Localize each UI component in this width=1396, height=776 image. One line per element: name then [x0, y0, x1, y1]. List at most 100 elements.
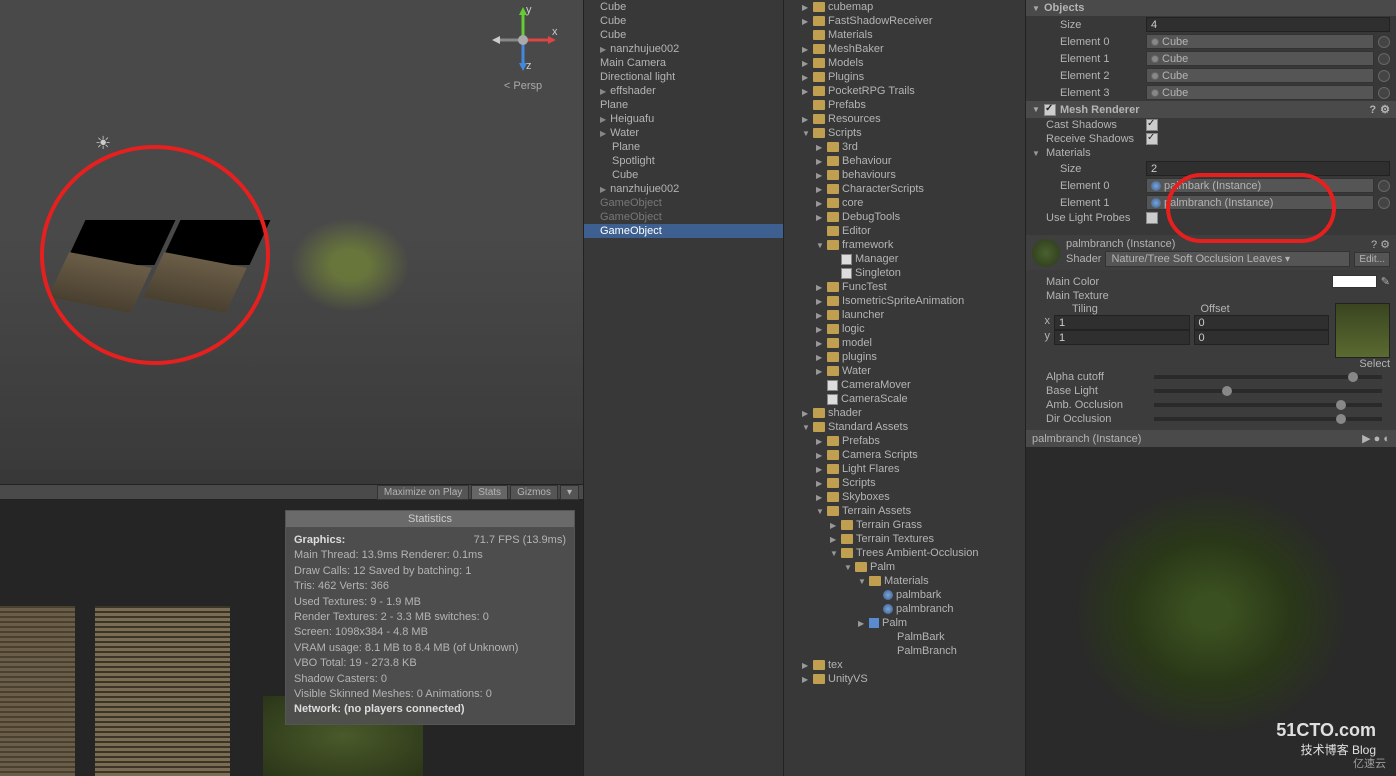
- edit-button[interactable]: Edit...: [1354, 252, 1390, 267]
- project-item[interactable]: CameraMover: [784, 378, 1025, 392]
- cube-object[interactable]: [170, 220, 260, 310]
- hierarchy-item[interactable]: Water: [584, 126, 783, 140]
- project-item[interactable]: ▶model: [784, 336, 1025, 350]
- receive-shadows-checkbox[interactable]: [1146, 133, 1158, 145]
- element1-field[interactable]: palmbranch (Instance): [1146, 195, 1374, 210]
- project-item[interactable]: ▶Terrain Grass: [784, 518, 1025, 532]
- offset-y-field[interactable]: 0: [1194, 330, 1330, 345]
- hierarchy-item[interactable]: GameObject: [584, 210, 783, 224]
- hierarchy-item[interactable]: Directional light: [584, 70, 783, 84]
- hierarchy-item[interactable]: nanzhujue002: [584, 42, 783, 56]
- objects-header[interactable]: ▼Objects: [1026, 0, 1396, 16]
- gizmos-button[interactable]: Gizmos: [510, 485, 558, 500]
- light-probes-checkbox[interactable]: [1146, 212, 1158, 224]
- project-item[interactable]: ▶Camera Scripts: [784, 448, 1025, 462]
- maximize-on-play-button[interactable]: Maximize on Play: [377, 485, 469, 500]
- tiling-x-field[interactable]: 1: [1054, 315, 1190, 330]
- help-icon[interactable]: ?: [1369, 104, 1376, 116]
- help-icon[interactable]: ?: [1371, 239, 1377, 251]
- gizmos-dropdown[interactable]: ▾: [560, 485, 579, 500]
- project-item[interactable]: ▶Terrain Textures: [784, 532, 1025, 546]
- gear-icon[interactable]: ⚙: [1380, 239, 1390, 251]
- element0-field[interactable]: palmbark (Instance): [1146, 178, 1374, 193]
- alpha-cutoff-slider[interactable]: [1154, 375, 1382, 379]
- material-preview[interactable]: 51CTO.com 技术博客 Blog 亿速云: [1026, 447, 1396, 776]
- mesh-renderer-header[interactable]: ▼Mesh Renderer?⚙: [1026, 101, 1396, 118]
- object-picker-icon[interactable]: [1378, 70, 1390, 82]
- project-item[interactable]: ▼Scripts: [784, 126, 1025, 140]
- play-icon[interactable]: ▶: [1362, 433, 1370, 445]
- project-item[interactable]: ▶plugins: [784, 350, 1025, 364]
- gear-icon[interactable]: ⚙: [1380, 103, 1390, 116]
- object-picker-icon[interactable]: [1378, 87, 1390, 99]
- project-item[interactable]: ▶Plugins: [784, 70, 1025, 84]
- hierarchy-item[interactable]: GameObject: [584, 196, 783, 210]
- scene-view[interactable]: x y z < Persp ☀: [0, 0, 583, 470]
- project-item[interactable]: ▶Models: [784, 56, 1025, 70]
- project-item[interactable]: ▼Palm: [784, 560, 1025, 574]
- persp-label[interactable]: < Persp: [488, 80, 558, 92]
- project-item[interactable]: ▼Trees Ambient-Occlusion: [784, 546, 1025, 560]
- project-item[interactable]: ▶Palm: [784, 616, 1025, 630]
- shader-dropdown[interactable]: Nature/Tree Soft Occlusion Leaves ▾: [1105, 251, 1350, 267]
- project-item[interactable]: ▶Resources: [784, 112, 1025, 126]
- object-field[interactable]: Cube: [1146, 85, 1374, 100]
- offset-x-field[interactable]: 0: [1194, 315, 1330, 330]
- object-picker-icon[interactable]: [1378, 36, 1390, 48]
- project-item[interactable]: ▶UnityVS: [784, 672, 1025, 686]
- hierarchy-item[interactable]: nanzhujue002: [584, 182, 783, 196]
- hierarchy-item[interactable]: Cube: [584, 0, 783, 14]
- project-item[interactable]: ▶FuncTest: [784, 280, 1025, 294]
- project-item[interactable]: ▶Water: [784, 364, 1025, 378]
- project-item[interactable]: ▶tex: [784, 658, 1025, 672]
- project-item[interactable]: CameraScale: [784, 392, 1025, 406]
- project-item[interactable]: ▶IsometricSpriteAnimation: [784, 294, 1025, 308]
- project-item[interactable]: Prefabs: [784, 98, 1025, 112]
- project-item[interactable]: Editor: [784, 224, 1025, 238]
- project-item[interactable]: ▶FastShadowReceiver: [784, 14, 1025, 28]
- project-item[interactable]: ▶logic: [784, 322, 1025, 336]
- select-button[interactable]: Select: [1335, 358, 1390, 370]
- project-item[interactable]: ▼Terrain Assets: [784, 504, 1025, 518]
- foliage-object[interactable]: [280, 210, 420, 320]
- sphere-icon[interactable]: ●: [1374, 433, 1381, 445]
- hierarchy-item[interactable]: Plane: [584, 140, 783, 154]
- project-item[interactable]: ▶launcher: [784, 308, 1025, 322]
- hierarchy-item[interactable]: Cube: [584, 168, 783, 182]
- component-enable-checkbox[interactable]: [1044, 104, 1056, 116]
- project-item[interactable]: ▶Scripts: [784, 476, 1025, 490]
- object-field[interactable]: Cube: [1146, 68, 1374, 83]
- hierarchy-item[interactable]: Cube: [584, 14, 783, 28]
- project-item[interactable]: Materials: [784, 28, 1025, 42]
- project-item[interactable]: ▶Skyboxes: [784, 490, 1025, 504]
- hierarchy-item[interactable]: Cube: [584, 28, 783, 42]
- project-item[interactable]: ▼Standard Assets: [784, 420, 1025, 434]
- project-item[interactable]: ▶core: [784, 196, 1025, 210]
- objects-size-field[interactable]: 4: [1146, 17, 1390, 32]
- project-item[interactable]: ▼framework: [784, 238, 1025, 252]
- tiling-y-field[interactable]: 1: [1054, 330, 1190, 345]
- project-item[interactable]: Singleton: [784, 266, 1025, 280]
- object-field[interactable]: Cube: [1146, 51, 1374, 66]
- project-item[interactable]: ▶MeshBaker: [784, 42, 1025, 56]
- hierarchy-item[interactable]: Main Camera: [584, 56, 783, 70]
- project-item[interactable]: ▶Prefabs: [784, 434, 1025, 448]
- project-item[interactable]: ▶Behaviour: [784, 154, 1025, 168]
- light-toggle-icon[interactable]: ◐: [1383, 433, 1390, 445]
- dir-occlusion-slider[interactable]: [1154, 417, 1382, 421]
- materials-size-field[interactable]: 2: [1146, 161, 1390, 176]
- light-icon[interactable]: ☀: [95, 133, 111, 154]
- project-item[interactable]: PalmBark: [784, 630, 1025, 644]
- project-item[interactable]: ▼Materials: [784, 574, 1025, 588]
- project-item[interactable]: ▶Light Flares: [784, 462, 1025, 476]
- scene-gizmo[interactable]: x y z < Persp: [488, 5, 558, 105]
- project-item[interactable]: Manager: [784, 252, 1025, 266]
- project-item[interactable]: ▶DebugTools: [784, 210, 1025, 224]
- project-item[interactable]: PalmBranch: [784, 644, 1025, 658]
- project-item[interactable]: ▶PocketRPG Trails: [784, 84, 1025, 98]
- object-picker-icon[interactable]: [1378, 180, 1390, 192]
- project-item[interactable]: ▶behaviours: [784, 168, 1025, 182]
- texture-slot[interactable]: [1335, 303, 1390, 358]
- base-light-slider[interactable]: [1154, 389, 1382, 393]
- object-field[interactable]: Cube: [1146, 34, 1374, 49]
